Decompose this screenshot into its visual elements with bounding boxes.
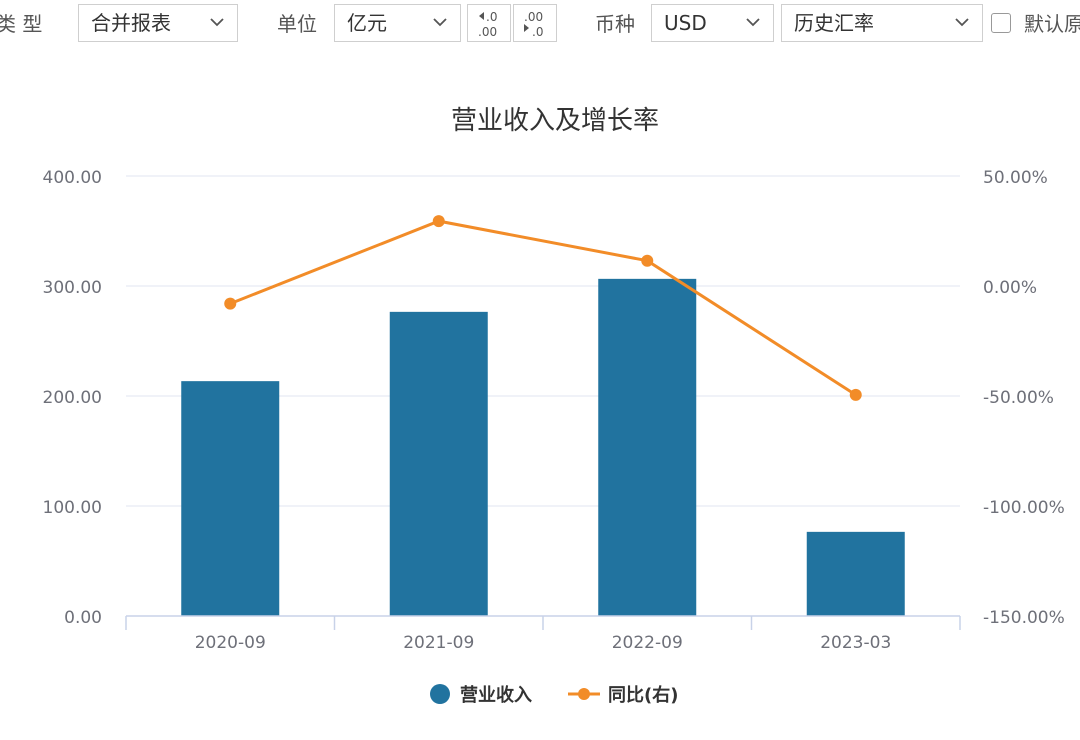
chevron-down-icon	[746, 18, 760, 27]
svg-text:.00: .00	[478, 25, 497, 39]
growth-point	[432, 215, 445, 228]
revenue-bar	[181, 381, 280, 616]
left-tick-label: 400.00	[43, 168, 102, 188]
legend-swatch-revenue	[430, 684, 450, 704]
unit-label: 单位	[277, 12, 317, 36]
growth-point	[224, 297, 237, 310]
left-tick-label: 300.00	[43, 278, 102, 298]
svg-text:.0: .0	[532, 25, 543, 39]
right-tick-label: 50.00%	[983, 168, 1048, 188]
right-tick-label: -150.00%	[983, 608, 1065, 628]
default-label: 默认原	[1024, 12, 1080, 36]
right-tick-label: -100.00%	[983, 498, 1065, 518]
revenue-growth-chart: 营业收入及增长率 0.00 100.00 200.00 300.00 400.00 -1…	[43, 106, 1065, 706]
toolbar: 类 型 合并报表 单位 亿元 .0 .00 .00 .0 币种 USD 历史汇率…	[0, 0, 1080, 48]
legend-label-revenue: 营业收入	[460, 684, 532, 706]
x-tick-label: 2020-09	[195, 633, 266, 653]
currency-label: 币种	[595, 12, 635, 36]
type-label: 类 型	[0, 12, 43, 36]
left-tick-label: 100.00	[43, 498, 102, 518]
unit-select[interactable]: 亿元	[334, 4, 461, 42]
right-y-axis: -150.00% -100.00% -50.00% 0.00% 50.00%	[983, 168, 1065, 628]
x-tick-label: 2023-03	[820, 633, 891, 653]
x-tick-label: 2021-09	[403, 633, 474, 653]
right-tick-label: -50.00%	[983, 388, 1054, 408]
left-tick-label: 0.00	[64, 608, 102, 628]
currency-select[interactable]: USD	[651, 4, 774, 42]
exchange-rate-value: 历史汇率	[794, 11, 874, 35]
x-axis	[125, 615, 961, 630]
chart-title: 营业收入及增长率	[451, 106, 659, 136]
revenue-bar	[598, 278, 697, 616]
decrease-decimals-icon: .0 .00	[478, 10, 497, 39]
unit-value: 亿元	[347, 11, 387, 35]
report-type-select[interactable]: 合并报表	[78, 4, 238, 42]
currency-value: USD	[664, 11, 707, 35]
growth-point	[849, 388, 862, 401]
chevron-down-icon	[955, 18, 969, 27]
default-checkbox[interactable]	[991, 13, 1011, 33]
decrease-decimals-button[interactable]: .0 .00	[467, 4, 511, 42]
line-series	[224, 215, 862, 401]
legend-item-revenue[interactable]: 营业收入	[430, 684, 532, 706]
revenue-bar	[389, 311, 488, 616]
svg-text:.00: .00	[524, 10, 543, 24]
bar-series	[181, 278, 905, 616]
legend-label-growth: 同比(右)	[608, 684, 678, 706]
legend: 营业收入 同比(右)	[430, 684, 678, 706]
report-type-value: 合并报表	[91, 11, 171, 35]
growth-point	[641, 254, 654, 267]
chart-area: 营业收入及增长率 0.00 100.00 200.00 300.00 400.00 -1…	[0, 48, 1080, 736]
revenue-bar	[806, 531, 905, 616]
left-tick-label: 200.00	[43, 388, 102, 408]
chevron-down-icon	[210, 18, 224, 27]
x-tick-label: 2022-09	[612, 633, 683, 653]
increase-decimals-button[interactable]: .00 .0	[513, 4, 557, 42]
svg-text:.0: .0	[486, 10, 497, 24]
increase-decimals-icon: .00 .0	[524, 10, 543, 39]
left-y-axis: 0.00 100.00 200.00 300.00 400.00	[43, 168, 102, 628]
exchange-rate-select[interactable]: 历史汇率	[781, 4, 983, 42]
right-tick-label: 0.00%	[983, 278, 1037, 298]
chevron-down-icon	[433, 18, 447, 27]
x-axis-labels: 2020-09 2021-09 2022-09 2023-03	[195, 633, 892, 653]
legend-swatch-dot	[578, 688, 590, 700]
growth-line	[229, 219, 857, 397]
legend-item-growth[interactable]: 同比(右)	[568, 684, 678, 706]
